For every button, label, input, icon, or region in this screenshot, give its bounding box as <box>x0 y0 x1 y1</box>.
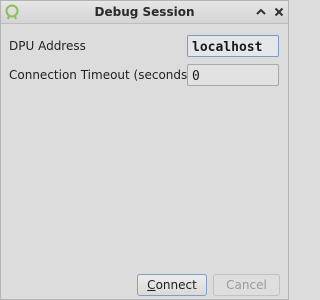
connect-button[interactable]: Connect <box>137 274 207 296</box>
connection-timeout-label: Connection Timeout (seconds) <box>9 68 192 82</box>
dpu-address-input[interactable] <box>187 35 279 57</box>
window-title: Debug Session <box>94 5 195 19</box>
close-icon[interactable] <box>271 4 287 20</box>
chevron-up-icon[interactable] <box>253 4 269 20</box>
dpu-address-label: DPU Address <box>9 39 86 53</box>
cancel-button[interactable]: Cancel <box>213 274 280 296</box>
connect-mnemonic: C <box>147 278 156 292</box>
connection-timeout-input[interactable] <box>187 64 279 86</box>
connect-label: onnect <box>155 278 197 292</box>
title-bar[interactable]: Debug Session <box>1 1 288 24</box>
debug-session-dialog: Debug Session DPU Address Connection Tim… <box>0 0 289 300</box>
